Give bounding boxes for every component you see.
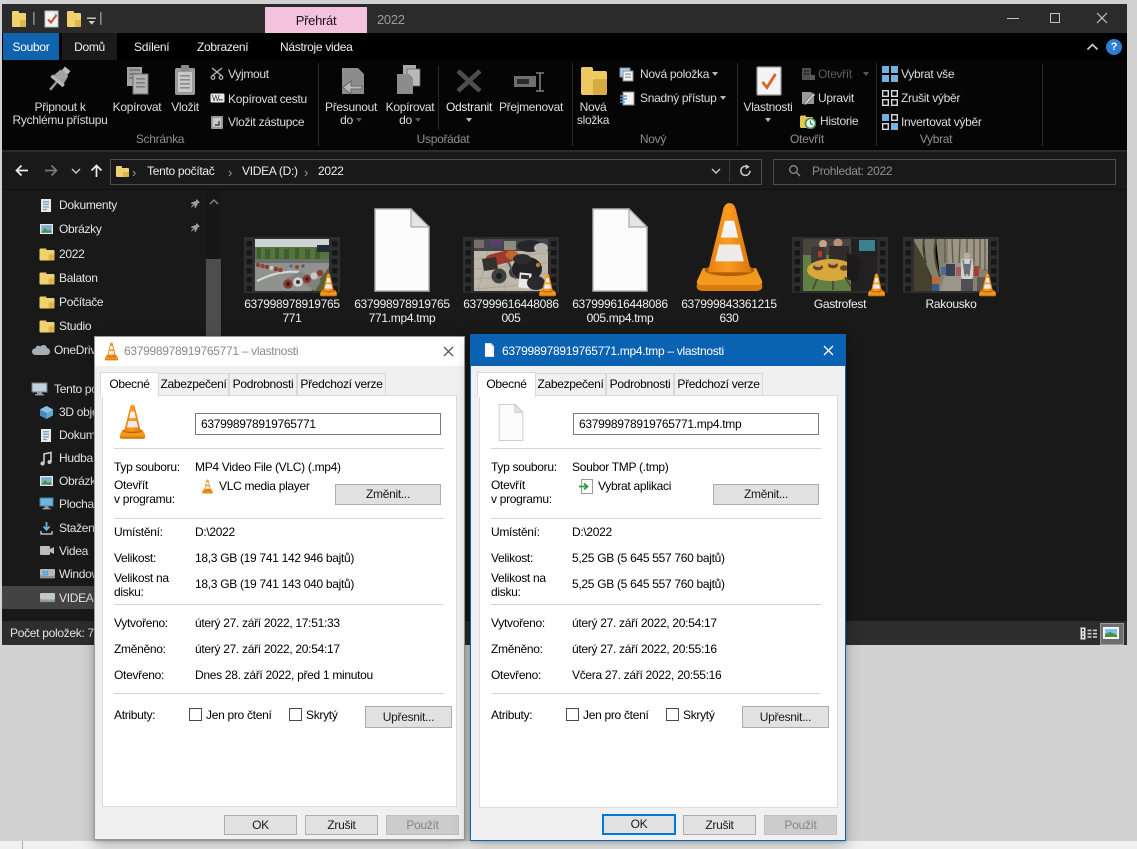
svg-text:W: W	[212, 94, 220, 103]
